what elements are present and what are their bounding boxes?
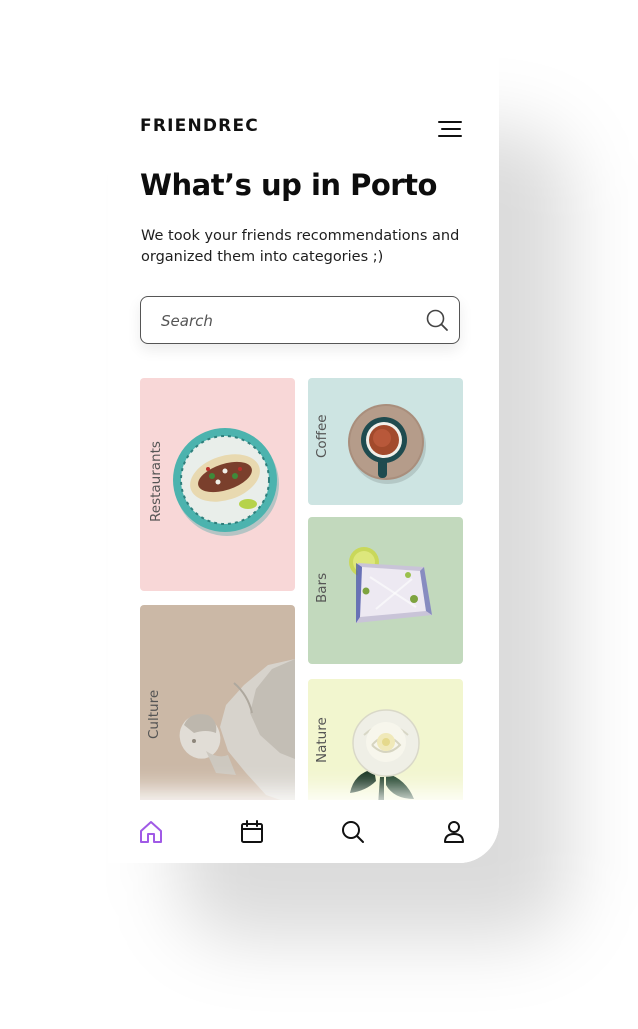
white-rose-image [350,709,420,805]
page-subtitle: We took your friends recommendations and… [141,228,460,265]
statue-image [179,659,295,805]
page-title: What’s up in Porto [140,168,437,202]
stage: FRIENDREC What’s up in Porto We took you… [0,0,638,1029]
category-label: Culture [146,689,162,739]
calendar-icon[interactable] [238,818,266,846]
brand-logo-text: FRIENDREC [140,116,259,136]
coffee-cup-image [348,404,426,484]
hamburger-menu-icon[interactable] [438,120,464,140]
category-card-culture[interactable]: Culture [140,605,295,805]
category-label: Nature [314,717,330,763]
menu-line [438,135,462,137]
search-nav-icon[interactable] [339,818,367,846]
profile-icon[interactable] [440,818,468,846]
menu-line [438,121,462,123]
category-label: Restaurants [148,441,164,522]
category-card-nature[interactable]: Nature [308,679,463,805]
category-card-bars[interactable]: Bars [308,517,463,664]
home-icon[interactable] [137,818,165,846]
category-label: Bars [314,572,330,603]
menu-line [441,128,461,130]
food-plate-image [173,428,279,536]
search-input[interactable] [159,297,413,345]
category-label: Coffee [314,414,330,458]
phone-screen: FRIENDREC What’s up in Porto We took you… [108,52,499,863]
category-card-restaurants[interactable]: Restaurants [140,378,295,591]
bottom-navigation [108,800,499,863]
search-icon[interactable] [425,308,449,332]
category-card-coffee[interactable]: Coffee [308,378,463,505]
search-bar[interactable] [140,296,460,345]
cocktail-glass-image [349,547,432,623]
